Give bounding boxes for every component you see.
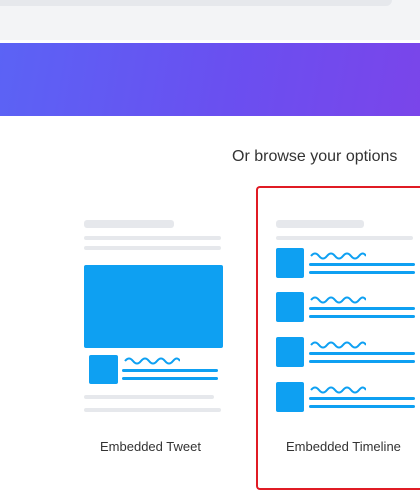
option-label: Embedded Timeline	[286, 439, 401, 454]
squiggle-line	[310, 341, 366, 349]
avatar	[276, 337, 304, 367]
text-line	[309, 263, 415, 266]
text-line	[309, 315, 415, 318]
text-line	[309, 397, 415, 400]
avatar	[276, 248, 304, 278]
top-toolbar	[0, 0, 420, 40]
media-image	[84, 265, 223, 348]
text-line	[309, 360, 415, 363]
squiggle-line	[310, 296, 366, 304]
text-line	[122, 377, 218, 380]
squiggle-line	[310, 386, 366, 394]
avatar	[276, 292, 304, 322]
squiggle-line	[124, 357, 180, 365]
placeholder-bar	[84, 236, 221, 240]
section-heading: Or browse your options	[232, 148, 398, 165]
text-line	[309, 307, 415, 310]
timeline-illustration	[262, 205, 420, 425]
text-line	[309, 405, 415, 408]
avatar	[276, 382, 304, 412]
tweet-illustration	[70, 205, 240, 425]
placeholder-bar	[276, 220, 364, 228]
text-line	[122, 369, 218, 372]
option-label: Embedded Tweet	[100, 439, 201, 454]
placeholder-bar	[84, 408, 221, 412]
squiggle-line	[310, 252, 366, 260]
address-field[interactable]	[0, 0, 392, 6]
placeholder-bar	[276, 236, 413, 240]
placeholder-bar	[84, 220, 174, 228]
placeholder-bar	[84, 246, 221, 250]
option-embedded-timeline[interactable]: Embedded Timeline	[262, 205, 420, 475]
text-line	[309, 271, 415, 274]
placeholder-bar	[84, 395, 214, 399]
option-embedded-tweet[interactable]: Embedded Tweet	[70, 205, 240, 475]
avatar	[89, 355, 118, 384]
text-line	[309, 352, 415, 355]
header-banner	[0, 43, 420, 116]
